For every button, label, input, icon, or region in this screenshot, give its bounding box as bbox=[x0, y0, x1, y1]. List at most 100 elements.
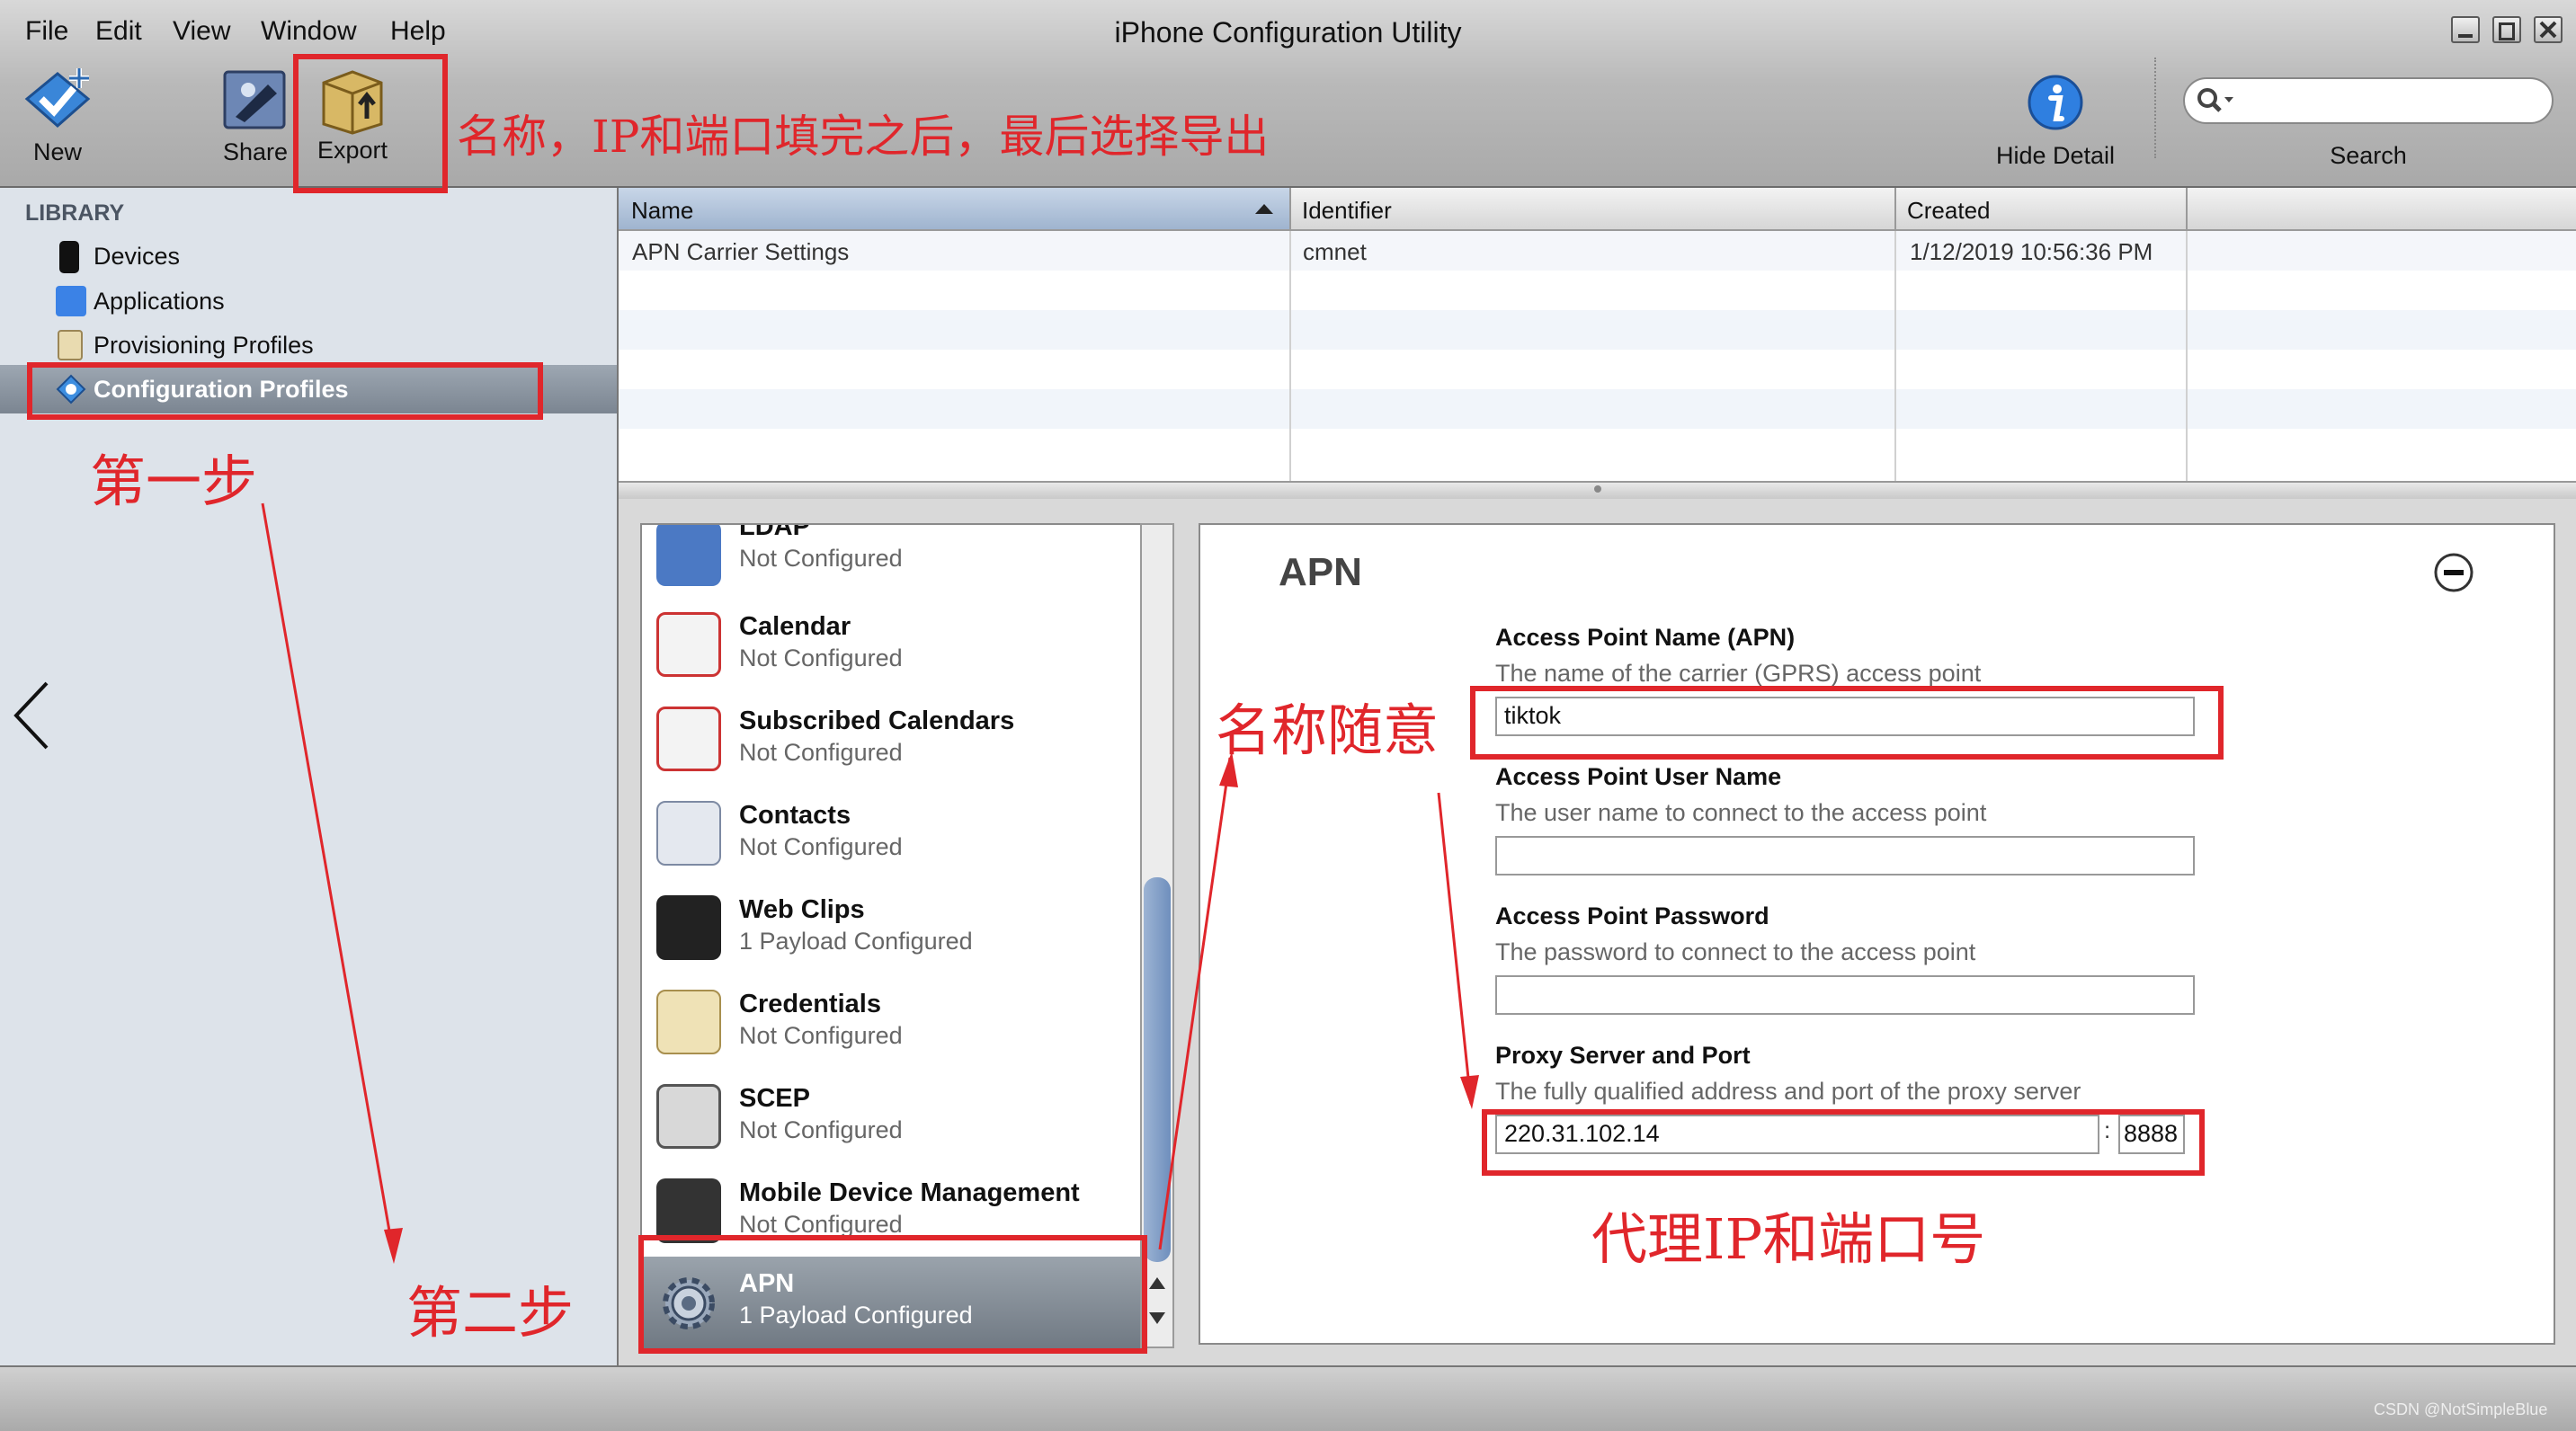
sort-ascending-icon bbox=[1255, 204, 1273, 214]
new-label: New bbox=[32, 138, 82, 165]
window-title: iPhone Configuration Utility bbox=[1114, 16, 1462, 49]
payload-title: SCEP bbox=[739, 1084, 810, 1113]
payload-status: Not Configured bbox=[739, 833, 903, 860]
apn-name-desc: The name of the carrier (GPRS) access po… bbox=[1495, 660, 1982, 687]
share-button[interactable]: Share bbox=[214, 67, 297, 166]
scroll-down-icon[interactable] bbox=[1147, 1311, 1167, 1327]
table-row-empty bbox=[619, 271, 2576, 310]
toolbar-separator bbox=[2154, 58, 2156, 158]
share-icon bbox=[223, 70, 286, 129]
chevron-left-icon[interactable] bbox=[11, 680, 54, 751]
payload-item-web-clips[interactable]: Web Clips 1 Payload Configured bbox=[642, 883, 1142, 977]
maximize-button[interactable] bbox=[2492, 16, 2521, 43]
step1-note: 第一步 bbox=[90, 449, 258, 514]
payload-status: Not Configured bbox=[739, 644, 903, 671]
search-icon bbox=[2197, 88, 2233, 112]
certificate-icon bbox=[58, 330, 83, 360]
cell-created: 1/12/2019 10:56:36 PM bbox=[1910, 238, 2153, 265]
column-divider bbox=[1894, 188, 1896, 481]
column-header-label: Name bbox=[631, 197, 694, 224]
cell-identifier: cmnet bbox=[1303, 238, 1367, 265]
payload-title: LDAP bbox=[739, 523, 810, 541]
column-divider bbox=[1289, 188, 1291, 229]
apn-password-label: Access Point Password bbox=[1495, 902, 1769, 929]
calendar-icon bbox=[656, 612, 721, 677]
new-button[interactable]: New bbox=[16, 63, 99, 166]
apn-user-field[interactable] bbox=[1495, 836, 2195, 875]
column-header-label: Identifier bbox=[1302, 197, 1392, 224]
payload-item-ldap[interactable]: LDAP Not Configured bbox=[642, 523, 1142, 600]
column-divider bbox=[1289, 188, 1291, 481]
iphone-icon bbox=[59, 241, 79, 273]
payload-status: Not Configured bbox=[739, 1116, 903, 1143]
split-view-handle[interactable] bbox=[619, 481, 2576, 501]
proxy-note: 代理IP和端口号 bbox=[1591, 1206, 1986, 1272]
search-input[interactable] bbox=[2183, 77, 2554, 124]
column-divider bbox=[2186, 188, 2188, 229]
apn-user-label: Access Point User Name bbox=[1495, 763, 1782, 790]
payload-status: 1 Payload Configured bbox=[739, 928, 973, 955]
apn-password-desc: The password to connect to the access po… bbox=[1495, 938, 1976, 965]
watermark: CSDN @NotSimpleBlue bbox=[2374, 1400, 2548, 1418]
proxy-label: Proxy Server and Port bbox=[1495, 1042, 1751, 1069]
apn-name-label: Access Point Name (APN) bbox=[1495, 624, 1796, 651]
step2-note: 第二步 bbox=[406, 1280, 575, 1346]
payload-item-contacts[interactable]: Contacts Not Configured bbox=[642, 788, 1142, 883]
payload-item-calendar[interactable]: Calendar Not Configured bbox=[642, 600, 1142, 694]
app-store-icon bbox=[56, 286, 86, 316]
payload-title: Web Clips bbox=[739, 895, 865, 924]
payload-item-subscribed-calendars[interactable]: Subscribed Calendars Not Configured bbox=[642, 694, 1142, 788]
column-divider bbox=[2186, 188, 2188, 481]
payload-title: Contacts bbox=[739, 801, 851, 830]
web-clip-icon bbox=[656, 895, 721, 960]
apn-heading: APN bbox=[1279, 550, 1362, 594]
library-heading: LIBRARY bbox=[25, 200, 125, 226]
info-icon bbox=[2028, 75, 2083, 130]
payload-status: Not Configured bbox=[739, 545, 903, 572]
scep-lock-icon bbox=[656, 1084, 721, 1149]
column-divider bbox=[1894, 188, 1896, 229]
contacts-icon bbox=[656, 801, 721, 866]
hide-detail-label: Hide Detail bbox=[1995, 142, 2116, 169]
apn-payload-highlight-box bbox=[638, 1235, 1147, 1354]
minimize-button[interactable] bbox=[2451, 16, 2480, 43]
proxy-highlight-box bbox=[1482, 1109, 2205, 1176]
column-header-created[interactable]: Created bbox=[1896, 188, 2186, 229]
table-row-empty bbox=[619, 350, 2576, 389]
table-row[interactable]: APN Carrier Settings cmnet 1/12/2019 10:… bbox=[619, 231, 2576, 271]
search-label: Search bbox=[2330, 142, 2407, 169]
scroll-up-icon[interactable] bbox=[1147, 1275, 1167, 1291]
payload-item-scep[interactable]: SCEP Not Configured bbox=[642, 1071, 1142, 1166]
scrollbar-thumb[interactable] bbox=[1144, 877, 1171, 1262]
credentials-icon bbox=[656, 990, 721, 1054]
subscribed-calendar-icon bbox=[656, 707, 721, 771]
payload-list: LDAP Not Configured Calendar Not Configu… bbox=[640, 523, 1144, 1352]
export-highlight-box bbox=[293, 54, 448, 193]
proxy-desc: The fully qualified address and port of … bbox=[1495, 1078, 2081, 1105]
close-button[interactable] bbox=[2534, 16, 2563, 43]
payload-status: Not Configured bbox=[739, 739, 903, 766]
config-profiles-highlight-box bbox=[27, 362, 543, 420]
payload-item-credentials[interactable]: Credentials Not Configured bbox=[642, 977, 1142, 1071]
sidebar-item-label: Provisioning Profiles bbox=[94, 332, 314, 359]
ldap-icon bbox=[656, 525, 721, 586]
export-note: 名称，IP和端口填完之后，最后选择导出 bbox=[457, 111, 1270, 163]
apn-name-highlight-box bbox=[1470, 686, 2224, 760]
sidebar-item-label: Devices bbox=[94, 243, 181, 270]
cell-name: APN Carrier Settings bbox=[632, 238, 850, 265]
sidebar-item-label: Applications bbox=[94, 288, 225, 315]
column-header-identifier[interactable]: Identifier bbox=[1291, 188, 1894, 229]
apn-user-desc: The user name to connect to the access p… bbox=[1495, 799, 1987, 826]
share-label: Share bbox=[222, 138, 289, 165]
table-row-empty bbox=[619, 429, 2576, 468]
new-profile-icon bbox=[24, 68, 91, 129]
remove-payload-icon[interactable] bbox=[2433, 552, 2474, 593]
column-header-name[interactable]: Name bbox=[619, 188, 1289, 229]
hide-detail-button[interactable]: Hide Detail bbox=[1974, 74, 2136, 170]
table-row-empty bbox=[619, 310, 2576, 350]
apn-password-field[interactable] bbox=[1495, 975, 2195, 1015]
payload-status: Not Configured bbox=[739, 1022, 903, 1049]
name-note: 名称随意 bbox=[1216, 698, 1440, 763]
column-header-label: Created bbox=[1907, 197, 1991, 224]
table-row-empty bbox=[619, 389, 2576, 429]
